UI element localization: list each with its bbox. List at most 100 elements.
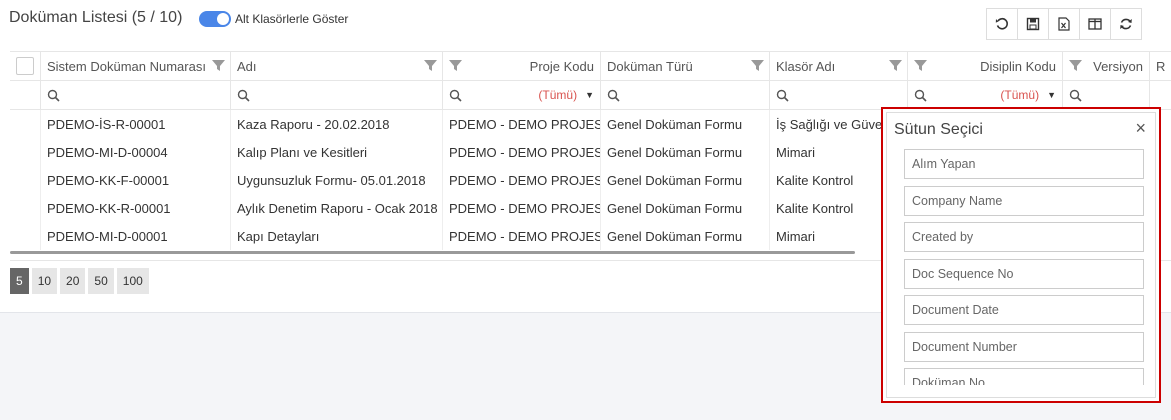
filter-cell-disiplin-kodu[interactable]: (Tümü) ▼ (908, 81, 1063, 109)
row-select-cell[interactable] (10, 166, 41, 194)
subfolder-toggle-wrap[interactable]: Alt Klasörlerle Göster (199, 11, 348, 27)
page-size-5[interactable]: 5 (10, 268, 29, 294)
columns-icon (1088, 18, 1102, 30)
filter-cell-sistem[interactable] (41, 81, 231, 109)
column-chooser-item[interactable]: Document Number (904, 331, 1144, 362)
filter-funnel-icon[interactable] (914, 59, 927, 72)
cell-sistem-no: PDEMO-KK-F-00001 (41, 166, 231, 194)
column-chooser-item[interactable]: Alım Yapan (904, 149, 1144, 179)
cell-dokuman-turu: Genel Doküman Formu (601, 138, 770, 166)
column-header-label: R (1156, 58, 1166, 74)
cell-proje-kodu: PDEMO - DEMO PROJESİ (443, 138, 601, 166)
subfolder-toggle-label: Alt Klasörlerle Göster (235, 12, 349, 26)
refresh-button[interactable] (1110, 8, 1142, 40)
filter-cell-dokuman-turu[interactable] (601, 81, 770, 109)
column-header-label: Doküman Türü (607, 58, 693, 74)
save-button[interactable] (1017, 8, 1049, 40)
column-header-disiplin-kodu[interactable]: Disiplin Kodu (908, 52, 1063, 80)
cell-sistem-no: PDEMO-MI-D-00004 (41, 138, 231, 166)
filter-cell-truncated (1150, 81, 1171, 109)
column-header-label: Sistem Doküman Numarası (47, 58, 206, 74)
cell-adi: Aylık Denetim Raporu - Ocak 2018 (231, 194, 443, 222)
save-icon (1026, 17, 1040, 31)
filter-funnel-icon[interactable] (424, 59, 437, 72)
select-all-checkbox[interactable] (16, 57, 34, 75)
cell-sistem-no: PDEMO-İS-R-00001 (41, 110, 231, 138)
cell-dokuman-turu: Genel Doküman Formu (601, 166, 770, 194)
page-size-20[interactable]: 20 (60, 268, 86, 294)
search-icon (776, 89, 789, 102)
column-header-label: Adı (237, 58, 257, 74)
filter-cell-adi[interactable] (231, 81, 443, 109)
filter-funnel-icon[interactable] (889, 59, 902, 72)
cell-adi: Uygunsuzluk Formu- 05.01.2018 (231, 166, 443, 194)
column-chooser-button[interactable] (1079, 8, 1111, 40)
page-size-50[interactable]: 50 (88, 268, 114, 294)
page-size-10[interactable]: 10 (31, 268, 58, 294)
excel-export-icon (1058, 17, 1070, 31)
search-icon (1069, 89, 1082, 102)
row-select-cell[interactable] (10, 110, 41, 138)
row-select-cell[interactable] (10, 222, 41, 250)
disiplin-kodu-filter-select[interactable]: (Tümü) ▼ (1000, 88, 1056, 102)
proje-kodu-filter-select[interactable]: (Tümü) ▼ (538, 88, 594, 102)
column-chooser-item[interactable]: Doküman No (904, 368, 1144, 385)
cell-dokuman-turu: Genel Doküman Formu (601, 110, 770, 138)
caret-down-icon: ▼ (585, 90, 594, 100)
column-header-versiyon[interactable]: Versiyon (1063, 52, 1150, 80)
search-icon (914, 89, 927, 102)
column-header-label: Klasör Adı (776, 58, 836, 74)
select-all-cell[interactable] (10, 52, 41, 80)
filter-funnel-icon[interactable] (751, 59, 764, 72)
filter-funnel-icon[interactable] (449, 59, 462, 72)
grid-toolbar (986, 8, 1142, 40)
cell-proje-kodu: PDEMO - DEMO PROJESİ (443, 110, 601, 138)
filter-funnel-icon[interactable] (1069, 59, 1082, 72)
cell-proje-kodu: PDEMO - DEMO PROJESİ (443, 166, 601, 194)
search-icon (47, 89, 60, 102)
page-title: Doküman Listesi (5 / 10) (9, 9, 183, 26)
page-size-selector: 5 10 20 50 100 (10, 268, 152, 294)
column-chooser-item[interactable]: Document Date (904, 295, 1144, 325)
filter-cell-empty (10, 81, 41, 109)
close-icon[interactable]: × (1135, 119, 1146, 137)
undo-button[interactable] (986, 8, 1018, 40)
horizontal-scrollbar[interactable] (10, 251, 855, 254)
grid-header-row: Sistem Doküman Numarası Adı Proje Kodu D… (10, 51, 1171, 81)
search-icon (607, 89, 620, 102)
filter-value: (Tümü) (1000, 88, 1040, 102)
row-select-cell[interactable] (10, 138, 41, 166)
undo-icon (995, 17, 1008, 30)
column-chooser-item[interactable]: Doc Sequence No (904, 258, 1144, 289)
column-chooser-item[interactable]: Created by (904, 222, 1144, 252)
column-chooser-list[interactable]: Alım Yapan Company Name Created by Doc S… (904, 149, 1144, 385)
excel-export-button[interactable] (1048, 8, 1080, 40)
cell-dokuman-turu: Genel Doküman Formu (601, 222, 770, 250)
filter-cell-proje-kodu[interactable]: (Tümü) ▼ (443, 81, 601, 109)
toggle-knob (217, 13, 229, 25)
filter-funnel-icon[interactable] (212, 59, 225, 72)
cell-dokuman-turu: Genel Doküman Formu (601, 194, 770, 222)
refresh-icon (1120, 18, 1132, 30)
filter-cell-versiyon[interactable] (1063, 81, 1150, 109)
column-header-label: Proje Kodu (529, 58, 594, 74)
column-header-dokuman-turu[interactable]: Doküman Türü (601, 52, 770, 80)
cell-proje-kodu: PDEMO - DEMO PROJESİ (443, 222, 601, 250)
column-chooser-item[interactable]: Company Name (904, 185, 1144, 216)
column-header-klasor-adi[interactable]: Klasör Adı (770, 52, 908, 80)
search-icon (237, 89, 250, 102)
cell-adi: Kaza Raporu - 20.02.2018 (231, 110, 443, 138)
column-header-truncated[interactable]: R (1150, 52, 1171, 80)
cell-sistem-no: PDEMO-MI-D-00001 (41, 222, 231, 250)
page-size-100[interactable]: 100 (116, 268, 149, 294)
column-header-proje-kodu[interactable]: Proje Kodu (443, 52, 601, 80)
column-header-label: Disiplin Kodu (980, 58, 1056, 74)
filter-value: (Tümü) (538, 88, 578, 102)
subfolder-toggle[interactable] (199, 11, 231, 27)
filter-cell-klasor-adi[interactable] (770, 81, 908, 109)
cell-adi: Kalıp Planı ve Kesitleri (231, 138, 443, 166)
column-header-adi[interactable]: Adı (231, 52, 443, 80)
grid-filter-row: (Tümü) ▼ (Tümü) ▼ (10, 81, 1171, 110)
row-select-cell[interactable] (10, 194, 41, 222)
column-header-sistem-dokuman-numarasi[interactable]: Sistem Doküman Numarası (41, 52, 231, 80)
